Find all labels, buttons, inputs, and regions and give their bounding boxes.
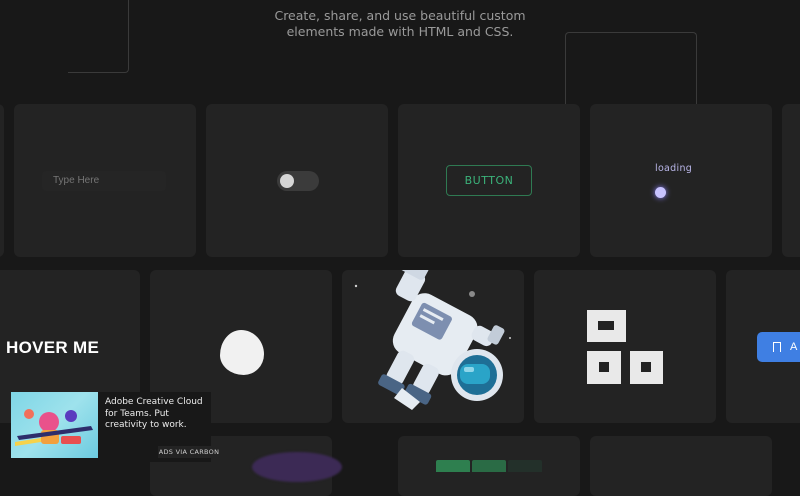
demo-button[interactable]: BUTTON bbox=[446, 165, 532, 196]
square-block-bottom-left bbox=[587, 351, 621, 384]
loading-label: loading bbox=[655, 163, 693, 174]
ad-illustration bbox=[15, 409, 93, 446]
element-card-partial-left[interactable] bbox=[0, 104, 4, 257]
ad-text[interactable]: Adobe Creative Cloud for Teams. Put crea… bbox=[105, 397, 209, 432]
astronaut-illustration bbox=[354, 270, 511, 410]
element-card-row3-3[interactable] bbox=[590, 436, 772, 496]
purple-glow-shape bbox=[252, 452, 342, 482]
star-dot bbox=[509, 337, 511, 339]
carbon-ad[interactable]: Adobe Creative Cloud for Teams. Put crea… bbox=[11, 392, 220, 462]
astronaut-body bbox=[378, 270, 505, 405]
blue-bookmark-button[interactable]: A bbox=[757, 332, 800, 362]
loading-dot bbox=[655, 187, 666, 198]
hero-tagline: Create, share, and use beautiful custom … bbox=[0, 8, 800, 40]
green-tile bbox=[472, 460, 506, 472]
hover-me-label[interactable]: HOVER ME bbox=[6, 338, 99, 358]
square-block-top bbox=[587, 310, 626, 342]
white-blob-shape bbox=[220, 330, 264, 375]
green-tile bbox=[436, 460, 470, 472]
demo-toggle-switch[interactable] bbox=[277, 171, 319, 191]
star-dot bbox=[354, 284, 358, 288]
toggle-knob bbox=[280, 174, 294, 188]
element-card-squares[interactable] bbox=[534, 270, 716, 423]
ads-via-carbon-link[interactable]: ADS VIA CARBON bbox=[158, 446, 220, 458]
square-block-bottom-right bbox=[630, 351, 663, 384]
demo-text-input[interactable] bbox=[42, 171, 166, 191]
bookmark-icon bbox=[773, 342, 781, 352]
element-card-partial-right[interactable] bbox=[782, 104, 800, 257]
decorative-outline-right bbox=[565, 32, 697, 113]
tagline-line-1: Create, share, and use beautiful custom bbox=[274, 8, 526, 23]
tagline-line-2: elements made with HTML and CSS. bbox=[286, 24, 514, 39]
dark-tile bbox=[508, 460, 542, 472]
blue-button-label: A bbox=[790, 341, 798, 353]
planet-dot bbox=[469, 291, 475, 297]
element-card-loader[interactable] bbox=[590, 104, 772, 257]
ad-image[interactable] bbox=[11, 392, 98, 458]
